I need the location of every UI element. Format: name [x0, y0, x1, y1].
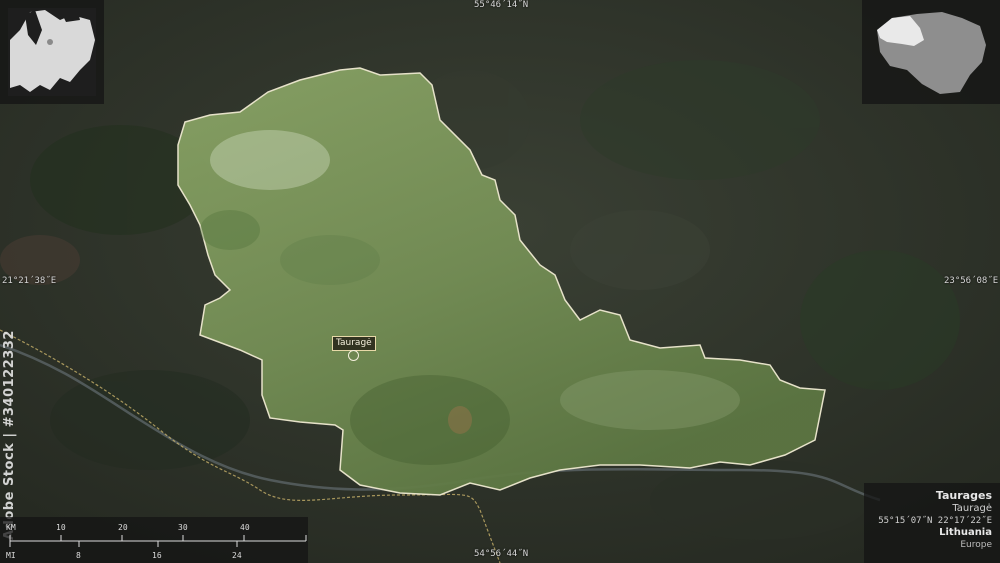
inset-europe [0, 0, 104, 104]
inset-lithuania [862, 0, 1000, 104]
info-panel: Taurages Tauragė 55°15´07˝N 22°17´22˝E L… [864, 483, 1000, 563]
capital-name: Tauragė [952, 503, 992, 514]
city-marker-icon[interactable] [348, 350, 359, 361]
satellite-map[interactable] [0, 0, 1000, 563]
watermark-text: Adobe Stock | #340122332 [2, 330, 17, 540]
coord-bottom: 54°56´44˝N [474, 549, 529, 559]
center-coordinates: 55°15´07˝N 22°17´22˝E [878, 516, 992, 526]
scale-lines [9, 535, 307, 547]
coord-top: 55°46´14˝N [474, 0, 529, 10]
country-name: Lithuania [939, 527, 992, 538]
continent-name: Europe [960, 540, 992, 550]
region-name: Taurages [935, 489, 992, 502]
coord-left: 21°21´38˝E [2, 276, 57, 286]
lithuania-locator-icon [877, 12, 986, 94]
coord-right: 23°56´08˝E [944, 276, 999, 286]
city-label: Tauragė [332, 336, 376, 351]
europe-locator-icon [8, 8, 96, 96]
scale-bar: KM MI 10 20 30 40 8 16 24 [0, 517, 308, 563]
